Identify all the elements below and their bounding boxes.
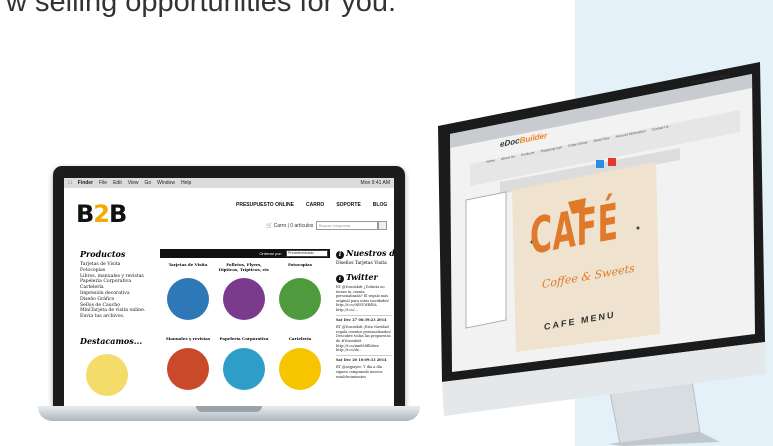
twitter-icon: t — [336, 275, 344, 283]
logo-b-right: B — [109, 200, 127, 228]
category-title[interactable]: Cartelería — [274, 336, 326, 341]
tweet-text[interactable]: RT @Yosoiskitt ¿Todavía no tienes tu cue… — [336, 285, 392, 313]
nuestros-heading-text: Nuestros diseños — [346, 248, 394, 258]
nav-carro[interactable]: CARRO — [306, 202, 324, 208]
category-image[interactable] — [279, 348, 321, 390]
category-image[interactable] — [167, 348, 209, 390]
tweet-text[interactable]: RT @nojpayer: Y día a día siguen compran… — [336, 365, 392, 379]
tweet-date: Sat Dec 20 10:09:33 2014 — [336, 354, 392, 363]
nuestros-link[interactable]: Diseños Tarjetas Visita — [336, 261, 387, 266]
mac-menubar:  Finder File Edit View Go Window Help M… — [64, 178, 394, 188]
tweet-feed: RT @Yosoiskitt ¿Todavía no tienes tu cue… — [336, 285, 392, 379]
category-title[interactable]: Papelería Corporativa — [218, 336, 270, 341]
products-list: Tarjetas de Visita Fotocopias Libros, ma… — [80, 262, 156, 320]
cart-link[interactable]: 🛒 Carro | 0 artículos — [266, 223, 313, 229]
order-label: Ordenar por: — [259, 251, 282, 256]
b2b-logo[interactable]: B2B — [76, 200, 127, 228]
products-heading: Productos — [80, 249, 126, 259]
laptop-lid:  Finder File Edit View Go Window Help M… — [53, 166, 405, 411]
category-image[interactable] — [279, 278, 321, 320]
search-button[interactable] — [378, 221, 387, 230]
product-link[interactable]: MiniTarjeta de visita online. Envía tus … — [80, 308, 156, 320]
search-input[interactable]: Buscar búsqueda — [316, 221, 378, 230]
site-nav: PRESUPUESTO ONLINE CARRO SOPORTE BLOG — [236, 202, 387, 208]
selection-handle — [636, 226, 640, 230]
category-title[interactable]: Folletos, Flyers, Dípticos, Trípticos, e… — [218, 262, 270, 272]
menubar-clock: Mon 9:41 AM — [360, 180, 390, 186]
menubar-item[interactable]: Window — [157, 180, 175, 186]
order-select[interactable]: Predeterminado — [286, 250, 328, 257]
menubar-item[interactable]: View — [128, 180, 139, 186]
category-title[interactable]: Manuales y revistas — [162, 336, 214, 341]
destacamos-heading: Destacamos... — [80, 336, 143, 346]
menubar-item[interactable]: Edit — [113, 180, 122, 186]
toolbar-blue-button — [596, 160, 604, 168]
category-image[interactable] — [167, 278, 209, 320]
logo-b-left: B — [76, 200, 94, 228]
editor-sidepanel — [465, 191, 507, 329]
twitter-heading: t Twitter — [336, 272, 378, 283]
laptop-screen:  Finder File Edit View Go Window Help M… — [64, 178, 394, 408]
menubar-item[interactable]: Help — [181, 180, 191, 186]
category-image[interactable] — [223, 348, 265, 390]
nuestros-heading: iNuestros diseños — [336, 248, 394, 259]
category-title[interactable]: Fotocopias — [274, 262, 326, 267]
menubar-item[interactable]: File — [99, 180, 107, 186]
twitter-heading-text: Twitter — [346, 272, 378, 282]
menubar-item[interactable]: Finder — [78, 180, 93, 186]
menubar-item[interactable]: Go — [144, 180, 151, 186]
laptop:  Finder File Edit View Go Window Help M… — [38, 166, 420, 421]
marketing-banner: w selling opportunities for you. CAFÉ Co… — [0, 0, 773, 446]
category-image[interactable] — [223, 278, 265, 320]
nav-blog[interactable]: BLOG — [373, 202, 387, 208]
tweet-date: Sat Dec 27 06:39:23 2014 — [336, 314, 392, 323]
info-icon: i — [336, 251, 344, 259]
apple-icon[interactable]:  — [68, 180, 72, 186]
tweet-text[interactable]: RT @Yosoiskitt ¡Esta Navidad regala cuen… — [336, 325, 392, 353]
category-title[interactable]: Tarjetas de Visita — [162, 262, 214, 267]
toolbar-red-button — [608, 158, 616, 166]
headline: w selling opportunities for you. — [6, 0, 397, 18]
logo-two: 2 — [93, 200, 110, 228]
laptop-notch — [196, 406, 262, 412]
cart-label: Carro | 0 artículos — [273, 223, 314, 229]
nav-presupuesto[interactable]: PRESUPUESTO ONLINE — [236, 202, 294, 208]
nav-soporte[interactable]: SOPORTE — [336, 202, 360, 208]
featured-circle[interactable] — [86, 354, 128, 396]
cart-icon: 🛒 — [266, 223, 273, 229]
